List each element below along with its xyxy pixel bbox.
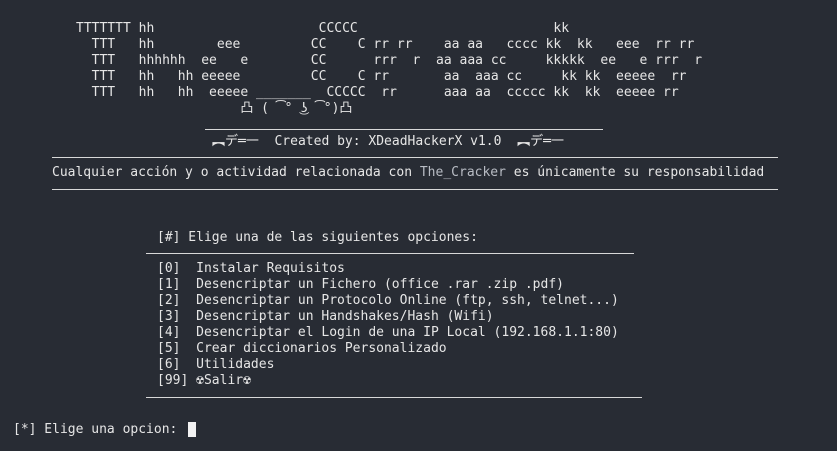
credit-top-rule <box>205 129 603 130</box>
option-label: Desencriptar un Handshakes/Hash (Wifi) <box>196 309 494 324</box>
banner-line-5: TTT hh hh eeeee _______ CCCCC rr aaa aa … <box>76 85 679 100</box>
option-key: [1] <box>157 277 181 292</box>
disclaimer-top-rule <box>52 157 778 158</box>
gun-left-icon: ︻デ═一 <box>212 134 259 149</box>
option-label: Utilidades <box>196 357 275 372</box>
option-label: Instalar Requisitos <box>196 261 345 276</box>
menu-bottom-rule <box>146 397 642 398</box>
banner-lenny-face: 凸 ( ͡° ͜ʖ ͡°)凸 <box>76 101 353 116</box>
menu-option[interactable]: [6] Utilidades <box>157 357 274 373</box>
brand-name: The_Cracker <box>419 165 506 180</box>
option-key: [3] <box>157 309 181 324</box>
menu-option[interactable]: [5] Crear diccionarios Personalizado <box>157 341 447 357</box>
credit-line: ︻デ═一 Created by: XDeadHackerX v1.0 ︻デ═一 <box>212 134 564 150</box>
banner-line-1: TTTTTTT hh CCCCC kk <box>76 21 570 36</box>
disclaimer-bottom-rule <box>52 189 778 190</box>
menu-option[interactable]: [4] Desencriptar el Login de una IP Loca… <box>157 325 619 341</box>
option-label: Desencriptar un Fichero (office .rar .zi… <box>196 277 564 292</box>
menu-option[interactable]: [0] Instalar Requisitos <box>157 261 345 277</box>
option-key: [0] <box>157 261 181 276</box>
gun-right-icon: ︻デ═一 <box>517 134 564 149</box>
text-cursor[interactable] <box>188 422 196 437</box>
option-key: [4] <box>157 325 181 340</box>
disclaimer-after: es únicamente su responsabilidad <box>505 165 765 180</box>
option-label: Desencriptar el Login de una IP Local (1… <box>196 325 619 340</box>
banner-line-4: TTT hh hh eeeee CC C rr aa aaa cc kk kk … <box>76 69 687 84</box>
menu-top-rule <box>146 253 634 254</box>
option-label: Desencriptar un Protocolo Online (ftp, s… <box>196 293 619 308</box>
menu-option[interactable]: [1] Desencriptar un Fichero (office .rar… <box>157 277 564 293</box>
option-label: ☢Salir☢ <box>196 373 251 388</box>
option-key: [6] <box>157 357 181 372</box>
menu-option[interactable]: [3] Desencriptar un Handshakes/Hash (Wif… <box>157 309 494 325</box>
menu-option[interactable]: [2] Desencriptar un Protocolo Online (ft… <box>157 293 619 309</box>
banner-line-2: TTT hh eee CC C rr rr aa aa cccc kk kk e… <box>76 37 695 52</box>
command-prompt: [*] Elige una opcion: <box>13 422 186 437</box>
option-label: Crear diccionarios Personalizado <box>196 341 447 356</box>
credit-text: Created by: XDeadHackerX v1.0 <box>274 134 502 149</box>
option-key: [2] <box>157 293 181 308</box>
disclaimer-line: Cualquier acción y o actividad relaciona… <box>52 165 764 181</box>
menu-option-exit[interactable]: [99] ☢Salir☢ <box>157 373 251 389</box>
option-key: [99] <box>157 373 189 388</box>
menu-title: [#] Elige una de las siguientes opciones… <box>157 230 478 245</box>
disclaimer-before: Cualquier acción y o actividad relaciona… <box>52 165 420 180</box>
option-key: [5] <box>157 341 181 356</box>
banner-line-3: TTT hhhhhh ee e CC rrr r aa aaa cc kkkkk… <box>76 53 703 68</box>
